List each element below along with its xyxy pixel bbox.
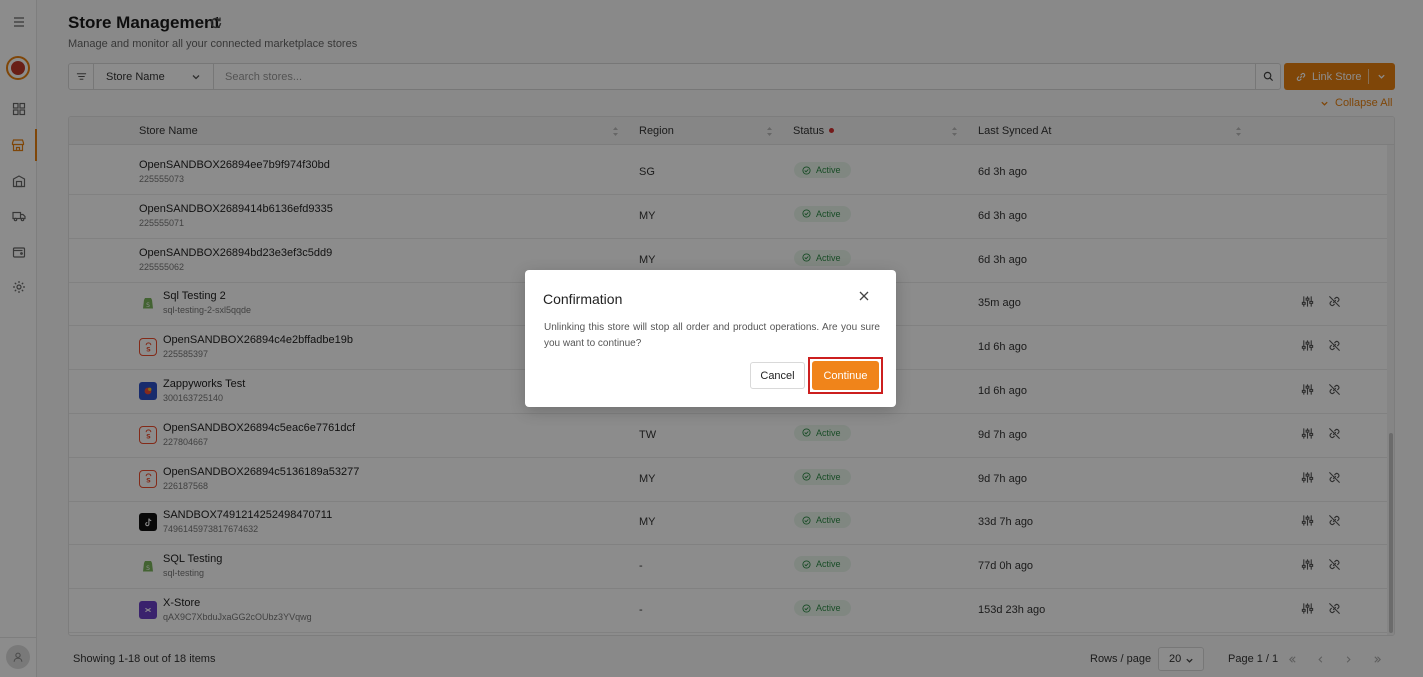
continue-button[interactable]: Continue xyxy=(812,361,879,390)
confirmation-dialog: Confirmation Unlinking this store will s… xyxy=(525,270,896,407)
dialog-title: Confirmation xyxy=(543,291,623,307)
cancel-button[interactable]: Cancel xyxy=(750,362,805,389)
close-icon[interactable] xyxy=(857,289,871,303)
dialog-message: Unlinking this store will stop all order… xyxy=(544,322,880,349)
